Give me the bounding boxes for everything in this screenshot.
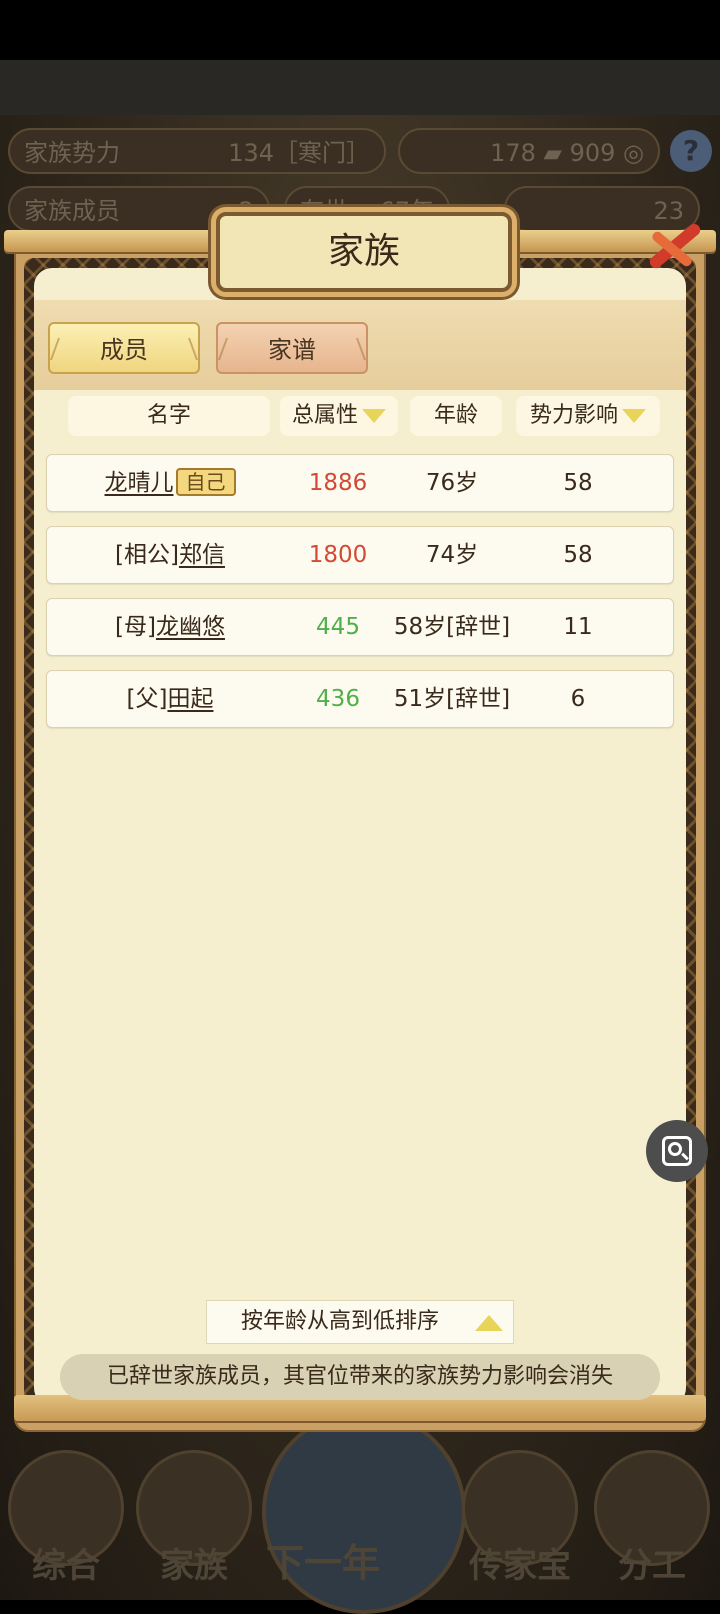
table-row[interactable]: [相公]郑信 1800 74岁 58	[46, 526, 674, 584]
member-name-link[interactable]: 郑信	[179, 542, 225, 568]
sort-down-icon	[362, 409, 386, 423]
member-name-link[interactable]: 龙晴儿	[105, 470, 174, 496]
close-button[interactable]	[638, 210, 708, 280]
column-header-influence[interactable]: 势力影响	[516, 396, 660, 436]
nav-general: 综合	[6, 1450, 126, 1586]
member-total-attr: 1886	[308, 470, 368, 496]
nav-division-label: 分工	[618, 1546, 686, 1586]
member-name-cell: 龙晴儿 自己	[47, 455, 293, 511]
member-influence: 58	[563, 470, 593, 496]
nav-next-year-label: 下一年	[266, 1541, 381, 1585]
member-age: 74岁	[425, 542, 479, 568]
nav-heirloom: 传家宝	[460, 1450, 580, 1586]
bg-members-label: 家族成员	[24, 197, 120, 225]
table-row[interactable]: [母]龙幽悠 445 58岁[辞世] 11	[46, 598, 674, 656]
member-total-attr: 445	[316, 614, 360, 640]
bottom-nav: 综合 家族 下一年 传家宝 分工	[0, 1410, 720, 1614]
bg-influence-label: 家族势力	[24, 139, 120, 167]
member-name-cell: [父]田起	[47, 671, 293, 727]
modal-content	[34, 268, 686, 1406]
column-header-age: 年龄	[410, 396, 502, 436]
info-banner: 已辞世家族成员，其官位带来的家族势力影响会消失	[60, 1354, 660, 1400]
column-header-total-attr[interactable]: 总属性	[280, 396, 398, 436]
member-relation: [父]	[126, 686, 168, 712]
member-total-attr: 436	[316, 686, 360, 712]
nav-heirloom-label: 传家宝	[469, 1546, 571, 1586]
tab-bar: 成员 家谱	[34, 300, 686, 390]
bg-family-influence: 家族势力 134［寒门］	[8, 128, 386, 174]
member-age: 51岁[辞世]	[393, 686, 511, 712]
sort-order-label: 按年龄从高到低排序	[241, 1309, 440, 1334]
member-influence: 58	[563, 542, 593, 568]
member-influence: 6	[570, 686, 586, 712]
sort-down-icon	[622, 409, 646, 423]
member-name-link[interactable]: 龙幽悠	[156, 614, 225, 640]
bg-currency-values: 178 ▰ 909 ◎	[490, 139, 644, 167]
nav-family: 家族	[134, 1450, 254, 1586]
table-row[interactable]: [父]田起 436 51岁[辞世] 6	[46, 670, 674, 728]
sort-up-icon	[475, 1315, 503, 1331]
tab-genealogy[interactable]: 家谱	[216, 322, 368, 374]
column-header-name: 名字	[68, 396, 270, 436]
bg-currency-a: 178	[490, 139, 536, 167]
member-relation: [母]	[115, 614, 156, 640]
member-influence: 11	[563, 614, 593, 640]
member-age: 76岁	[425, 470, 479, 496]
column-age-label: 年龄	[433, 403, 478, 428]
screenshot-search-button[interactable]	[646, 1120, 708, 1182]
member-name-cell: [母]龙幽悠	[47, 599, 293, 655]
table-row[interactable]: 龙晴儿 自己 1886 76岁 58	[46, 454, 674, 512]
nav-family-label: 家族	[160, 1546, 228, 1586]
bg-currency-b: 909	[569, 139, 616, 167]
self-badge: 自己	[175, 467, 236, 496]
member-age: 58岁[辞世]	[393, 614, 511, 640]
member-name-cell: [相公]郑信	[47, 527, 293, 583]
member-relation: [相公]	[115, 542, 179, 568]
bg-currency: 178 ▰ 909 ◎	[398, 128, 660, 174]
bg-influence-value: 134［寒门］	[228, 139, 370, 167]
column-total-attr-label: 总属性	[291, 403, 358, 428]
nav-division: 分工	[592, 1450, 712, 1586]
dimmed-top-band	[0, 60, 720, 115]
column-name-label: 名字	[146, 403, 191, 428]
sort-order-button[interactable]: 按年龄从高到低排序	[206, 1300, 514, 1344]
column-influence-label: 势力影响	[529, 403, 618, 428]
nav-next-year: 下一年	[262, 1410, 466, 1614]
status-bar	[0, 0, 720, 60]
search-icon	[668, 1142, 682, 1156]
member-total-attr: 1800	[308, 542, 368, 568]
member-name-link[interactable]: 田起	[167, 686, 213, 712]
nav-general-label: 综合	[32, 1546, 100, 1586]
modal-title: 家族	[216, 212, 512, 292]
tab-members[interactable]: 成员	[48, 322, 200, 374]
help-icon: ?	[670, 130, 712, 172]
